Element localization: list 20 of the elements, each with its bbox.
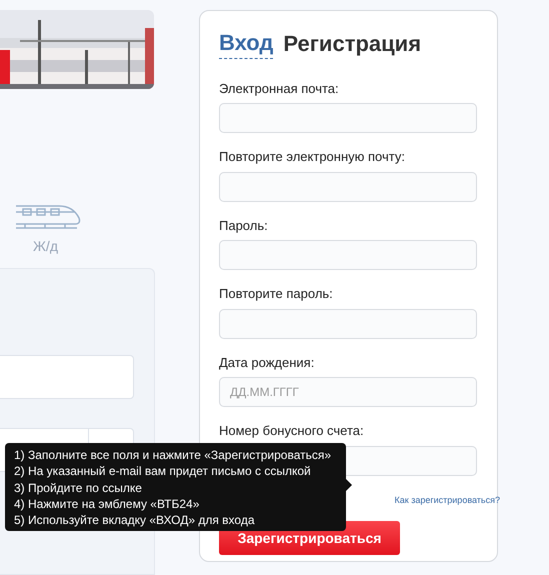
field-label: Пароль: — [219, 216, 269, 235]
tab[interactable]: Вход — [219, 29, 274, 59]
field-label: Электронная почта: — [219, 80, 340, 98]
help-link[interactable]: Как зарегистрироваться? — [394, 494, 500, 508]
field-label: Повторите электронную почту: — [219, 148, 406, 166]
input-field[interactable]: ДД.ММ.ГГГГ — [219, 377, 477, 408]
tab[interactable]: Регистрация — [283, 29, 422, 59]
tooltip-line: 3) Пройдите по ссылке — [14, 480, 143, 496]
input-field[interactable] — [0, 355, 134, 399]
input-field[interactable] — [219, 308, 477, 339]
tooltip-line: 4) Нажмите на эмблему «ВТБ24» — [14, 496, 200, 512]
tooltip-line: 2) На указанный e-mail вам придет письмо с ссылкой — [14, 463, 312, 480]
tooltip-line: 1) Заполните все поля и нажмите «Зарегистрироваться» — [14, 447, 332, 464]
input-field[interactable] — [219, 103, 477, 134]
input-field[interactable] — [219, 240, 477, 270]
field-label: Повторите пароль: — [219, 285, 334, 304]
input-field[interactable] — [219, 172, 477, 202]
train-icon[interactable] — [15, 204, 81, 232]
field-label: Номер бонусного счета: — [219, 422, 365, 440]
field-label: Дата рождения: — [219, 354, 316, 372]
